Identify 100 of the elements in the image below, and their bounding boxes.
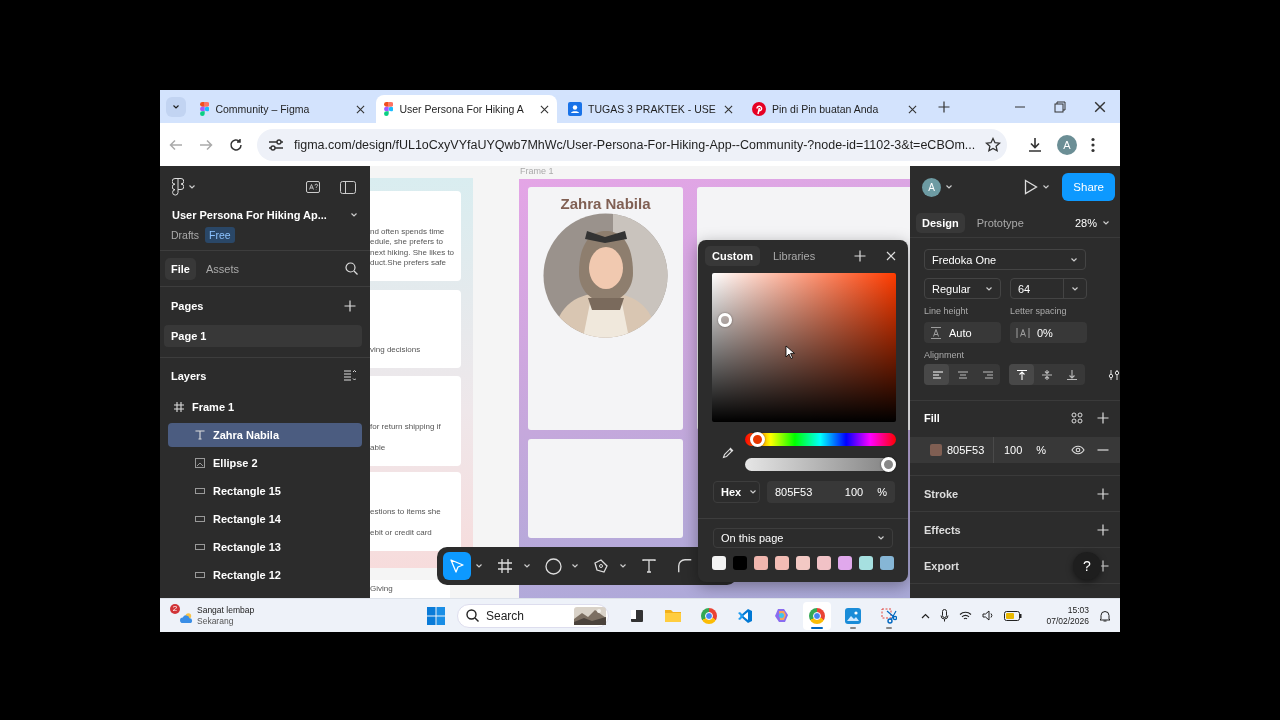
tab-list-button[interactable] xyxy=(166,96,186,117)
color-swatch[interactable] xyxy=(796,556,810,570)
weather-icon[interactable] xyxy=(180,610,194,624)
chevron-up-icon[interactable] xyxy=(921,612,931,619)
profile-avatar[interactable]: A xyxy=(1057,134,1077,155)
slider-handle[interactable] xyxy=(881,457,896,472)
panel-tab[interactable]: Prototype xyxy=(970,212,1030,233)
browser-tab[interactable]: TUGAS 3 PRAKTEK - USE xyxy=(560,95,741,123)
fill-row[interactable]: 805F53 100 % xyxy=(910,437,1120,463)
weather-title[interactable]: Sangat lembap xyxy=(197,604,427,616)
line-height-field[interactable]: Auto xyxy=(924,322,1001,343)
layer-item[interactable]: Rectangle 12 xyxy=(168,563,362,587)
close-icon[interactable] xyxy=(724,104,733,114)
image-layer-icon xyxy=(195,458,205,468)
layer-item[interactable]: Rectangle 14 xyxy=(168,507,362,531)
color-swatch[interactable] xyxy=(817,556,831,570)
card-text: estions to items she ebit or credit card xyxy=(370,507,442,539)
zoom-menu[interactable]: 28% xyxy=(1074,216,1110,229)
chevron-down-icon[interactable] xyxy=(1042,183,1051,191)
align-button[interactable] xyxy=(924,364,950,385)
taskbar-app[interactable] xyxy=(803,601,831,630)
tool-button[interactable] xyxy=(443,552,483,580)
font-size-field[interactable]: 64 xyxy=(1010,278,1087,299)
section-title[interactable]: Effects xyxy=(924,523,961,536)
search-field[interactable]: Search xyxy=(457,603,609,628)
window-icon xyxy=(630,608,644,623)
bookmark-star-icon[interactable] xyxy=(985,136,1002,153)
collapse-layers-icon[interactable] xyxy=(344,370,356,381)
format-select[interactable]: Hex xyxy=(713,481,760,503)
picker-tab[interactable]: Libraries xyxy=(765,246,823,266)
section-title[interactable]: Stroke xyxy=(924,487,959,500)
font-style-select[interactable]: Regular xyxy=(924,278,1001,299)
swatch-source-select[interactable]: On this page xyxy=(713,528,893,548)
styles-grid-icon[interactable] xyxy=(1071,412,1083,424)
picker-tab[interactable]: Custom xyxy=(705,246,760,266)
color-swatch[interactable] xyxy=(880,556,894,570)
chevron-down-icon xyxy=(475,562,483,570)
reload-icon[interactable] xyxy=(229,137,243,152)
download-icon[interactable] xyxy=(1027,136,1043,153)
layer-item[interactable]: Frame 1 xyxy=(168,395,362,419)
site-settings-icon[interactable] xyxy=(268,137,284,152)
more-menu-icon[interactable] xyxy=(1091,136,1095,153)
layer-item[interactable]: Rectangle 15 xyxy=(168,479,362,503)
layer-item[interactable]: Zahra Nabila xyxy=(168,423,362,447)
chevron-down-icon[interactable] xyxy=(945,183,953,191)
fill-opacity[interactable]: 100 xyxy=(1004,444,1023,456)
clock[interactable]: 15:03 07/02/2026 xyxy=(1046,604,1089,627)
color-swatch[interactable] xyxy=(838,556,852,570)
color-swatch[interactable] xyxy=(775,556,789,570)
fill-swatch[interactable] xyxy=(930,444,942,456)
close-icon[interactable] xyxy=(356,104,365,114)
address-bar[interactable]: figma.com/design/fUL1oCxyVYfaUYQwb7MhWc/User-Persona-For-Hiking-App--Community-?node-id=1102-3&t=eCBOm... xyxy=(257,128,1007,161)
panel-tab[interactable]: Design xyxy=(916,212,965,233)
color-swatch[interactable] xyxy=(733,556,747,570)
color-swatch[interactable] xyxy=(754,556,768,570)
close-icon[interactable] xyxy=(540,104,549,114)
section-title[interactable]: Export xyxy=(924,559,959,572)
color-field-handle[interactable] xyxy=(718,313,732,327)
field-label: Alignment xyxy=(924,350,966,360)
align-button[interactable] xyxy=(1009,364,1035,385)
browser-tab[interactable]: User Persona For Hiking A xyxy=(376,95,557,123)
slider-handle[interactable] xyxy=(750,432,766,447)
type-settings-icon[interactable] xyxy=(1108,368,1120,381)
opacity-slider[interactable] xyxy=(745,458,896,471)
page-item[interactable]: Page 1 xyxy=(164,325,362,347)
speaker-icon[interactable] xyxy=(982,610,995,621)
color-swatch[interactable] xyxy=(859,556,873,570)
text-box-icon[interactable] xyxy=(306,181,320,193)
panel-tab[interactable]: Assets xyxy=(199,257,245,280)
close-icon[interactable] xyxy=(1094,100,1106,113)
microphone-icon[interactable] xyxy=(940,609,950,622)
sidebar-toggle-icon[interactable] xyxy=(340,180,356,194)
start-icon[interactable] xyxy=(427,606,445,625)
battery-icon[interactable] xyxy=(1004,610,1023,621)
chevron-down-icon[interactable] xyxy=(188,183,196,191)
hue-slider[interactable] xyxy=(745,433,896,446)
browser-tab[interactable]: Community – Figma xyxy=(192,95,373,123)
present-icon[interactable] xyxy=(1024,179,1039,195)
chevron-down-icon[interactable] xyxy=(350,211,358,219)
color-input[interactable]: 805F53 100 % xyxy=(767,481,895,503)
fill-hex[interactable]: 805F53 xyxy=(947,444,985,456)
restore-icon[interactable] xyxy=(1054,100,1066,113)
letter-spacing-field[interactable]: 0% xyxy=(1010,322,1087,343)
eye-icon[interactable] xyxy=(1071,445,1085,455)
panel-tab[interactable]: File xyxy=(165,257,196,280)
browser-tab[interactable]: Pin di Pin buatan Anda xyxy=(744,95,925,123)
font-family-select[interactable]: Fredoka One xyxy=(924,249,1086,270)
file-name[interactable]: User Persona For Hiking Ap... xyxy=(172,209,327,221)
notifications-icon[interactable] xyxy=(1099,609,1111,622)
layer-item[interactable]: Ellipse 2 xyxy=(168,451,362,475)
close-icon[interactable] xyxy=(908,104,917,114)
eyedropper-icon[interactable] xyxy=(722,445,735,459)
layer-item[interactable]: Rectangle 13 xyxy=(168,535,362,559)
help-button[interactable]: ? xyxy=(1073,552,1101,580)
color-swatch[interactable] xyxy=(712,556,726,570)
plus-icon[interactable] xyxy=(938,100,950,113)
color-field[interactable] xyxy=(712,273,896,422)
search-icon[interactable] xyxy=(345,262,358,275)
wifi-icon[interactable] xyxy=(959,610,973,621)
figma-menu-icon[interactable] xyxy=(172,178,184,196)
